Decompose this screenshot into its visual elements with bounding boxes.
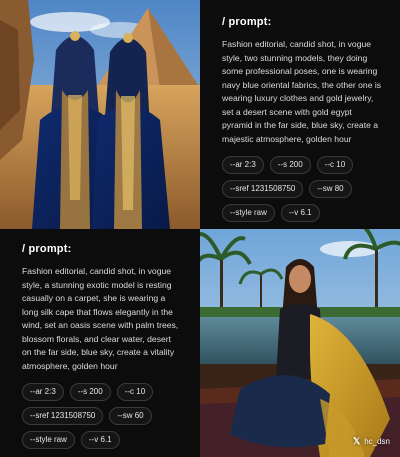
credit-handle: hc_dsn (364, 437, 390, 446)
param-chip-v: --v 6.1 (80, 431, 120, 449)
param-chip-sw: --sw 80 (309, 180, 352, 198)
prompt-text: Fashion editorial, candid shot, in vogue… (22, 266, 179, 371)
prompt-panel-bottom: / prompt: Fashion editorial, candid shot… (0, 229, 200, 457)
param-chip-sref: --sref 1231508750 (222, 180, 304, 198)
param-chip-v: --v 6.1 (280, 204, 320, 222)
param-chip-c: --c 10 (316, 156, 354, 174)
param-chips: --ar 2:3 --s 200 --c 10 --sref 123150875… (222, 156, 378, 222)
prompt-text: Fashion editorial, candid shot, in vogue… (222, 39, 382, 144)
param-chip-ar: --ar 2:3 (222, 156, 264, 174)
param-chip-style: --style raw (22, 431, 75, 449)
param-chip-sw: --sw 60 (109, 407, 152, 425)
param-chip-ar: --ar 2:3 (22, 383, 64, 401)
param-chip-s: --s 200 (69, 383, 111, 401)
image-oasis-model: 𝕏 hc_dsn (200, 229, 400, 457)
credit-badge: 𝕏 hc_dsn (353, 436, 390, 447)
param-chip-style: --style raw (222, 204, 275, 222)
param-chip-c: --c 10 (116, 383, 154, 401)
param-chips: --ar 2:3 --s 200 --c 10 --sref 123150875… (22, 383, 178, 449)
prompt-heading: / prompt: (222, 16, 272, 28)
image-desert-pyramid-models (0, 0, 200, 229)
param-chip-s: --s 200 (269, 156, 311, 174)
image-oasis-model-art (200, 229, 400, 457)
image-desert-pyramid-models-art (0, 0, 200, 229)
x-logo-icon: 𝕏 (352, 436, 361, 446)
prompt-heading: / prompt: (22, 243, 72, 255)
param-chip-sref: --sref 1231508750 (22, 407, 104, 425)
prompt-panel-top: / prompt: Fashion editorial, candid shot… (200, 0, 400, 229)
